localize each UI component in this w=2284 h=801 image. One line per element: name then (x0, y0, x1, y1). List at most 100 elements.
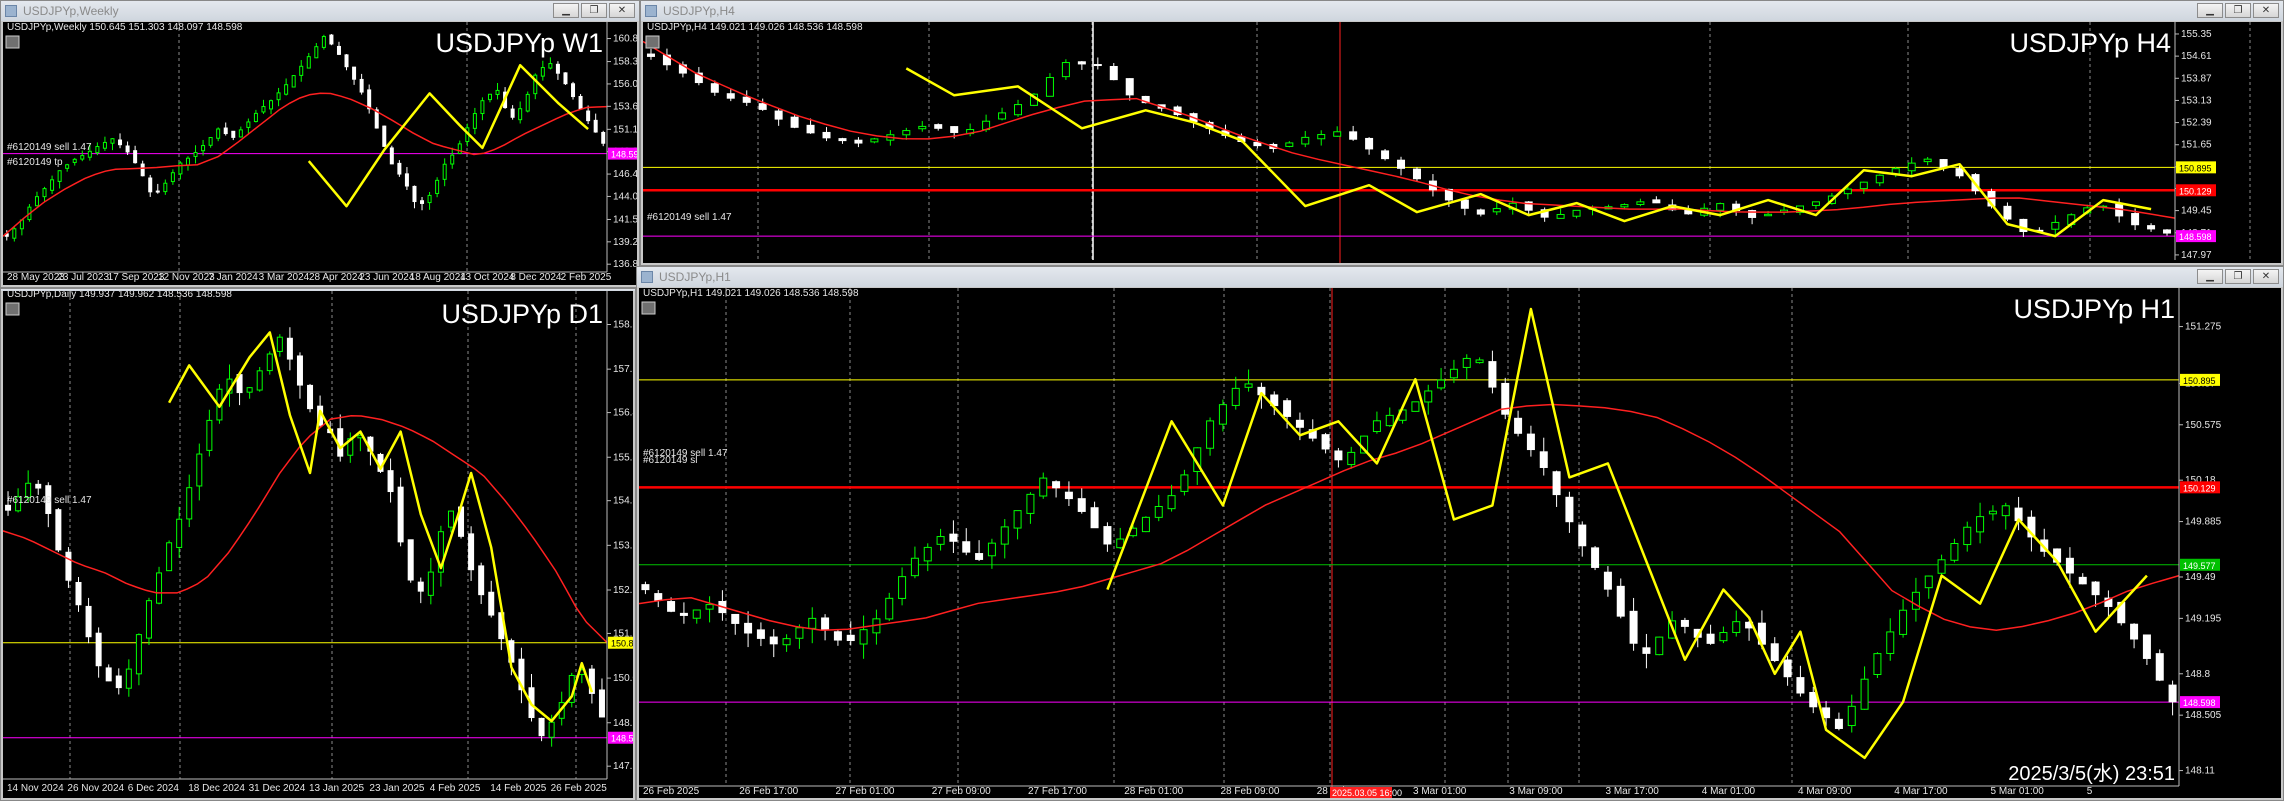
candle-body (50, 179, 55, 191)
candle-body (1924, 575, 1933, 589)
minimize-button[interactable]: ▁ (553, 3, 579, 18)
time-tick-label: 31 Dec 2024 (249, 783, 306, 794)
h4-title: USDJPYp,H4 (663, 4, 735, 18)
maximize-button[interactable]: ❐ (2225, 3, 2251, 18)
candle-body (1317, 134, 1326, 140)
candle-body (196, 453, 203, 487)
order-label: #6120149 sell 1.47 (7, 495, 92, 506)
price-tick-label: 141.59 (613, 214, 637, 225)
candle-body (1976, 516, 1985, 533)
close-button[interactable]: ✕ (2253, 269, 2279, 284)
candle-body (266, 353, 273, 372)
d1-chart-svg[interactable]: 158.59 157.51 156.46 155.38 154.33 153.25 152.… (3, 291, 633, 798)
candle-body (1732, 621, 1741, 633)
candle-body (480, 100, 485, 115)
candle-body (344, 54, 349, 68)
candle-body (2155, 653, 2164, 681)
candle-body (548, 721, 555, 738)
time-tick-label: 3 Mar 09:00 (1509, 786, 1563, 797)
candle-body (253, 112, 258, 123)
price-tick-label: 156.46 (613, 408, 633, 419)
candle-body (1764, 213, 1773, 217)
candle-body (1875, 174, 1884, 184)
candle-body (593, 119, 598, 133)
w1-chart-svg[interactable]: 160.84158.39156.01153.63151.18148.8146.4… (3, 22, 637, 285)
close-button[interactable]: ✕ (609, 3, 635, 18)
time-tick-label: 14 Nov 2024 (7, 783, 64, 794)
candle-body (42, 188, 47, 198)
candle-body (578, 95, 583, 110)
candle-body (1834, 718, 1843, 729)
candle-body (601, 131, 606, 144)
candle-body (833, 631, 842, 641)
candle-body (1620, 204, 1629, 208)
candle-body (163, 182, 168, 193)
candle-body (238, 129, 243, 138)
h4-chart-svg[interactable]: 155.35 154.61 153.87 153.13 152.39 151.65 150.… (643, 22, 2281, 263)
h4-plot[interactable]: 155.35 154.61 153.87 153.13 152.39 151.65 150.… (643, 22, 2281, 263)
timeframe-big-label: USDJPYp H1 (2013, 294, 2175, 324)
candle-body (1321, 434, 1330, 450)
candle-body (80, 155, 85, 160)
candle-body (223, 127, 228, 135)
candle-body (641, 584, 650, 591)
w1-titlebar[interactable]: USDJPYp,Weekly ▁ ❐ ✕ (1, 1, 639, 21)
candle-body (5, 504, 12, 511)
candle-body (1476, 209, 1485, 215)
time-tick-label: 28 Feb 09:00 (1221, 786, 1280, 797)
candle-body (216, 128, 221, 139)
maximize-button[interactable]: ❐ (2225, 269, 2251, 284)
price-tick-label: 149.49 (2185, 572, 2216, 583)
candle-body (1843, 188, 1852, 195)
candle-body (1937, 559, 1946, 574)
candle-body (540, 67, 545, 77)
candle-body (1206, 420, 1215, 449)
candle-body (2163, 229, 2172, 234)
minimize-button[interactable]: ▁ (2197, 269, 2223, 284)
w1-window[interactable]: USDJPYp,Weekly ▁ ❐ ✕ 160.84 158.39 156.01 1… (0, 0, 640, 288)
h1-titlebar[interactable]: USDJPYp,H1 ▁ ❐ ✕ (637, 267, 2283, 287)
time-tick-label: 26 Nov 2024 (67, 783, 124, 794)
h4-window[interactable]: USDJPYp,H4 ▁ ❐ ✕ 155.35 154.61 153.87 153.1… (640, 0, 2284, 266)
candle-body (1180, 474, 1189, 492)
h1-window[interactable]: USDJPYp,H1 ▁ ❐ ✕ 151.275150.87150.575150… (636, 266, 2284, 801)
close-button[interactable]: ✕ (2253, 3, 2279, 18)
w1-plot[interactable]: 160.84158.39156.01153.63151.18148.8146.4… (3, 22, 637, 285)
price-tick-label: 153.25 (613, 540, 633, 551)
h1-plot[interactable]: 151.275150.87150.575150.18149.885149.491… (639, 288, 2281, 798)
candle-body (1680, 619, 1689, 627)
candle-body (1397, 159, 1406, 169)
candle-body (382, 125, 387, 147)
candle-body (276, 92, 281, 101)
price-tag-label: 150.129 (2179, 186, 2212, 196)
time-tick-label: 14 Feb 2025 (490, 783, 547, 794)
candle-body (125, 145, 130, 153)
candle-body (1014, 104, 1023, 116)
candle-body (170, 172, 175, 183)
candle-body (1616, 585, 1625, 617)
candle-body (774, 110, 783, 120)
timeframe-big-label: USDJPYp H4 (2009, 28, 2171, 58)
price-tick-label: 148.96 (613, 718, 633, 729)
d1-plot[interactable]: 158.59 157.51 156.46 155.38 154.33 153.25 152.… (3, 291, 633, 798)
price-tick-label: 150.575 (2185, 420, 2222, 431)
h1-chart-svg[interactable]: 151.275150.87150.575150.18149.885149.491… (639, 288, 2281, 798)
candle-body (404, 173, 409, 187)
candle-body (902, 130, 911, 136)
one-click-trading-icon (5, 302, 20, 316)
candle-body (2078, 576, 2087, 585)
price-tag-label: 148.598 (611, 734, 633, 744)
candle-body (2130, 623, 2139, 640)
minimize-button[interactable]: ▁ (2197, 3, 2223, 18)
candle-body (1045, 77, 1054, 97)
maximize-button[interactable]: ❐ (581, 3, 607, 18)
candle-body (488, 591, 495, 616)
h4-titlebar[interactable]: USDJPYp,H4 ▁ ❐ ✕ (641, 1, 2283, 21)
d1-window[interactable]: 158.59 157.51 156.46 155.38 154.33 153.25 152.… (0, 288, 636, 801)
candle-body (1285, 142, 1294, 147)
candle-body (148, 177, 153, 193)
candle-body (1770, 643, 1779, 661)
candle-body (1860, 678, 1869, 710)
moving-average-line (3, 92, 608, 237)
stop-loss-label: #6120149 sl (643, 455, 698, 466)
